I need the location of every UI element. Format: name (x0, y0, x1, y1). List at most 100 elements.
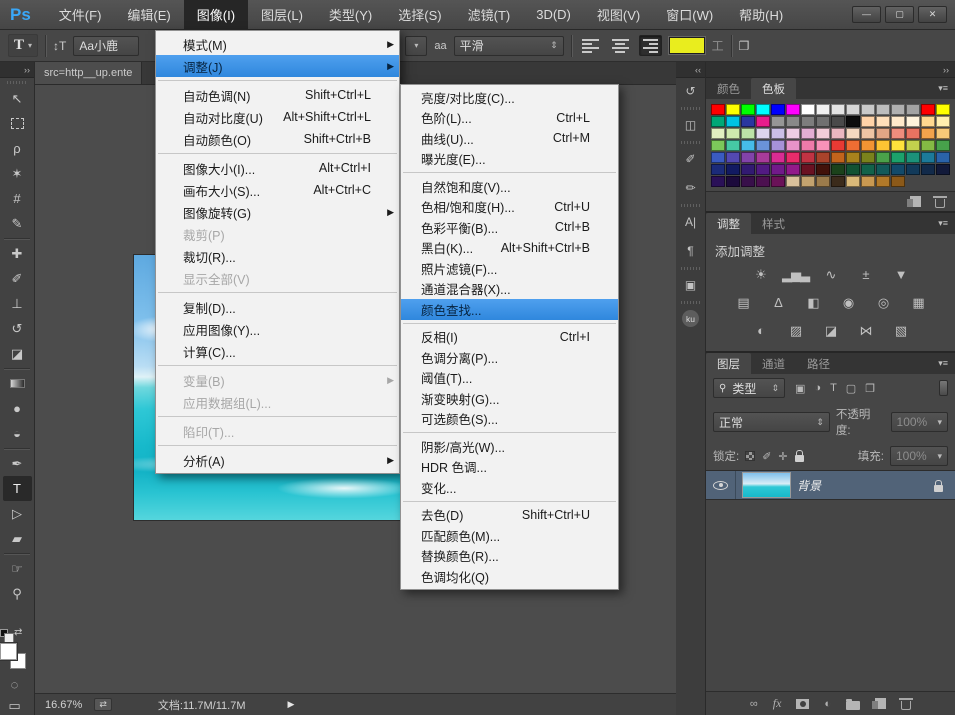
color-swatch[interactable] (726, 140, 740, 151)
image-menu-item-9[interactable]: 图像旋转(G)▶ (156, 201, 399, 223)
filter-smart-object-icon[interactable]: ❐ (865, 382, 875, 395)
swap-colors-icon[interactable]: ⇄ (14, 627, 22, 638)
color-swatch[interactable] (726, 104, 740, 115)
color-swatch[interactable] (831, 104, 845, 115)
magic-wand-tool[interactable]: ✶ (3, 161, 32, 186)
color-swatch[interactable] (831, 152, 845, 163)
layer-style-icon[interactable]: fx (773, 696, 782, 711)
default-colors-icon[interactable] (0, 629, 8, 637)
menubar-item-6[interactable]: 滤镜(T) (455, 0, 524, 29)
adjustments-menu-item-8[interactable]: 黑白(K)...Alt+Shift+Ctrl+B (401, 238, 618, 259)
color-swatch[interactable] (846, 140, 860, 151)
color-swatch[interactable] (711, 128, 725, 139)
color-swatch[interactable] (846, 116, 860, 127)
menubar-item-2[interactable]: 图像(I) (184, 0, 248, 29)
3d-panel-icon[interactable]: ▣ (676, 272, 705, 297)
adjustments-menu-item-25[interactable]: 替换颜色(R)... (401, 546, 618, 567)
color-swatch[interactable] (846, 164, 860, 175)
color-swatch[interactable] (786, 152, 800, 163)
blur-tool[interactable]: ● (3, 396, 32, 421)
align-right-button[interactable] (639, 35, 662, 56)
color-swatch[interactable] (786, 116, 800, 127)
color-swatch[interactable] (741, 164, 755, 175)
brush-panel-icon[interactable]: ✐ (676, 146, 705, 171)
color-swatch[interactable] (831, 140, 845, 151)
fill-select[interactable]: 100% ▾ (890, 446, 948, 466)
minimize-button[interactable]: — (852, 6, 881, 23)
color-swatch[interactable] (771, 128, 785, 139)
color-swatch[interactable] (921, 116, 935, 127)
color-swatch[interactable] (816, 116, 830, 127)
color-swatch[interactable] (801, 116, 815, 127)
filter-toggle[interactable] (939, 380, 948, 396)
adjustments-menu-item-10[interactable]: 通道混合器(X)... (401, 279, 618, 300)
rectangle-tool[interactable]: ▰ (3, 526, 32, 551)
path-selection-tool[interactable]: ▷ (3, 501, 32, 526)
visibility-cell[interactable] (706, 471, 736, 499)
color-swatch[interactable] (831, 128, 845, 139)
drag-grip[interactable] (681, 267, 701, 270)
tab-styles[interactable]: 样式 (751, 213, 796, 234)
color-swatch[interactable] (861, 152, 875, 163)
color-swatch[interactable] (816, 164, 830, 175)
color-swatch[interactable] (816, 140, 830, 151)
lock-transparency-icon[interactable] (745, 451, 755, 461)
color-swatch[interactable] (906, 128, 920, 139)
color-swatch[interactable] (741, 176, 755, 187)
adjustments-menu-item-15[interactable]: 阈值(T)... (401, 368, 618, 389)
color-swatch[interactable] (876, 128, 890, 139)
align-center-button[interactable] (609, 35, 632, 56)
color-swatch[interactable] (756, 140, 770, 151)
drag-grip[interactable] (7, 81, 27, 84)
color-swatch[interactable] (861, 116, 875, 127)
color-swatch[interactable] (726, 116, 740, 127)
color-swatch[interactable] (936, 152, 950, 163)
zoom-tool[interactable]: ⚲ (3, 581, 32, 606)
properties-panel-icon[interactable]: ◫ (676, 112, 705, 137)
adjustments-menu-item-13[interactable]: 反相(I)Ctrl+I (401, 327, 618, 348)
link-layers-icon[interactable]: ∞ (750, 698, 758, 710)
layer-list-empty-area[interactable] (706, 500, 955, 691)
dock-expand-strip[interactable]: ‹‹ (676, 62, 705, 78)
kuler-panel-icon[interactable]: ku (676, 306, 705, 331)
adjustments-menu-item-26[interactable]: 色调均化(Q) (401, 566, 618, 587)
filter-shape-icon[interactable]: ▢ (846, 382, 856, 395)
black-white-icon[interactable]: ◧ (801, 293, 825, 312)
color-swatch[interactable] (891, 164, 905, 175)
brightness-contrast-icon[interactable]: ☀ (749, 265, 773, 284)
brush-tool[interactable]: ✐ (3, 266, 32, 291)
color-swatch[interactable] (846, 176, 860, 187)
new-layer-icon[interactable] (875, 698, 886, 709)
color-swatch[interactable] (726, 152, 740, 163)
color-swatch[interactable] (846, 104, 860, 115)
color-swatch[interactable] (771, 164, 785, 175)
adjustments-menu-item-14[interactable]: 色调分离(P)... (401, 347, 618, 368)
color-swatch[interactable] (756, 152, 770, 163)
hand-tool[interactable]: ☞ (3, 556, 32, 581)
color-swatch[interactable] (711, 176, 725, 187)
color-swatch[interactable] (876, 104, 890, 115)
color-swatch[interactable] (786, 128, 800, 139)
color-swatch[interactable] (756, 128, 770, 139)
gradient-tool[interactable] (3, 371, 32, 396)
image-menu-item-5[interactable]: 自动颜色(O)Shift+Ctrl+B (156, 128, 399, 150)
adjustments-menu-item-23[interactable]: 去色(D)Shift+Ctrl+U (401, 505, 618, 526)
menubar-item-5[interactable]: 选择(S) (385, 0, 454, 29)
color-swatch[interactable] (936, 164, 950, 175)
text-color-swatch[interactable] (669, 37, 705, 54)
color-swatch[interactable] (861, 128, 875, 139)
panel-menu-icon[interactable]: ▾≡ (931, 78, 955, 99)
drag-grip[interactable] (681, 301, 701, 304)
color-swatch[interactable] (906, 164, 920, 175)
quick-mask-button[interactable]: ◌ (0, 672, 29, 697)
text-orientation-icon[interactable]: ↕T (53, 39, 66, 53)
layer-row-background[interactable]: 背景 (706, 470, 955, 500)
color-swatch[interactable] (861, 104, 875, 115)
tab-adjustments[interactable]: 调整 (706, 213, 751, 234)
posterize-icon[interactable]: ▨ (784, 321, 808, 340)
tab-color[interactable]: 颜色 (706, 78, 751, 99)
color-swatch[interactable] (921, 140, 935, 151)
photo-filter-icon[interactable]: ◉ (836, 293, 860, 312)
image-menu-item-15[interactable]: 应用图像(Y)... (156, 318, 399, 340)
document-tab[interactable]: src=http__up.ente (35, 62, 142, 84)
